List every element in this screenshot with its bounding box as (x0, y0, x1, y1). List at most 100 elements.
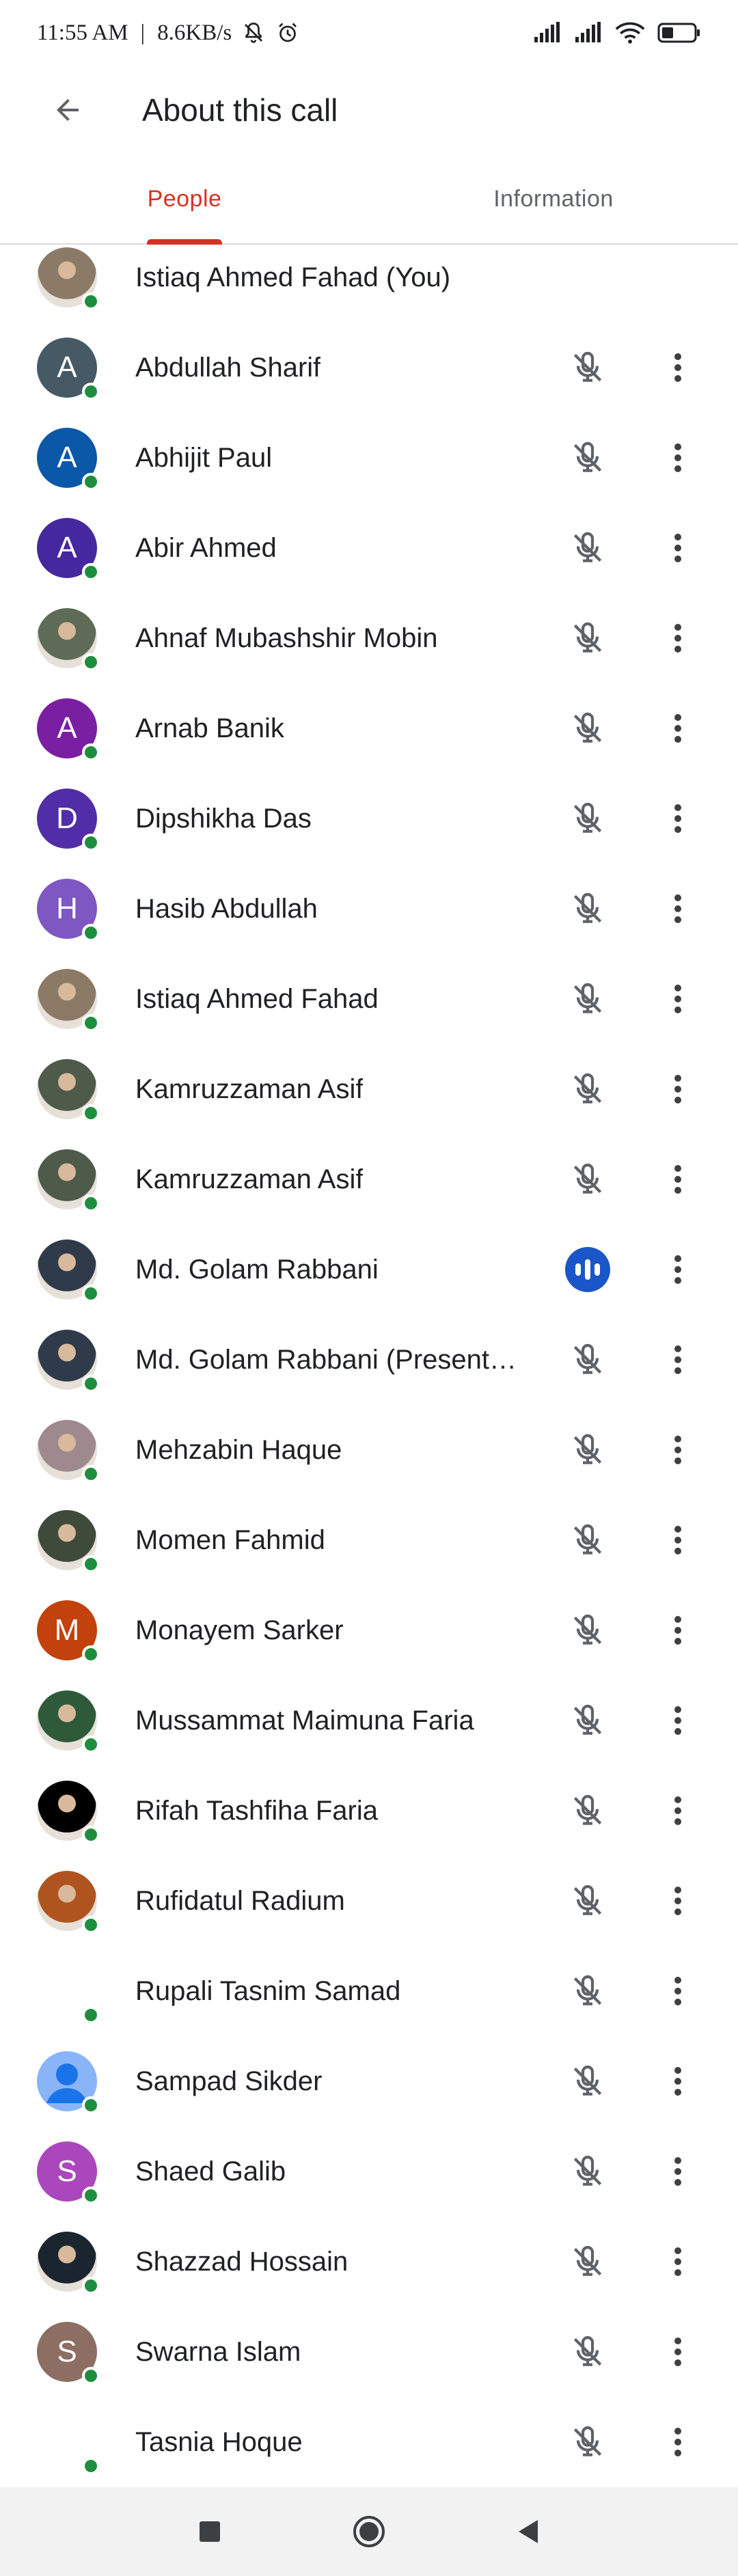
participant-row[interactable]: H Hasib Abdullah (0, 864, 738, 954)
more-options-button[interactable] (651, 340, 705, 395)
mute-participant-button[interactable] (560, 1964, 615, 2018)
more-options-button[interactable] (651, 791, 705, 846)
mute-participant-button[interactable] (560, 1513, 615, 1567)
participant-row[interactable]: Sampad Sikder (0, 2036, 738, 2126)
mic-off-icon (573, 2155, 602, 2186)
more-options-button[interactable] (651, 1693, 705, 1748)
participant-name: Monayem Sarker (135, 1615, 344, 1645)
participant-row[interactable]: A Abir Ahmed (0, 503, 738, 593)
mute-participant-button[interactable] (560, 1152, 615, 1207)
arrow-left-icon (57, 99, 79, 121)
mute-participant-button[interactable] (560, 2325, 615, 2379)
avatar-wrapper (37, 2051, 100, 2114)
more-options-button[interactable] (651, 2234, 705, 2289)
participant-row[interactable]: Mehzabin Haque (0, 1405, 738, 1495)
participant-row[interactable]: Istiaq Ahmed Fahad (You) (0, 246, 738, 323)
more-options-button[interactable] (651, 1152, 705, 1207)
participant-row[interactable]: Mussammat Maimuna Faria (0, 1675, 738, 1766)
more-vert-icon (674, 1165, 681, 1194)
participant-row[interactable]: Md. Golam Rabbani (Present… (0, 1315, 738, 1405)
participant-row[interactable]: D Dipshikha Das (0, 773, 738, 864)
participant-row[interactable]: A Abhijit Paul (0, 413, 738, 503)
more-options-button[interactable] (651, 1874, 705, 1928)
mute-participant-button[interactable] (560, 521, 615, 575)
home-button[interactable] (338, 2501, 400, 2562)
mute-participant-button[interactable] (560, 1603, 615, 1658)
more-options-button[interactable] (651, 972, 705, 1026)
participant-row[interactable]: Tasnia Hoque (0, 2397, 738, 2480)
participant-row[interactable]: Momen Fahmid (0, 1495, 738, 1585)
participant-row[interactable]: Istiaq Ahmed Fahad (0, 954, 738, 1044)
more-options-button[interactable] (651, 701, 705, 756)
more-options-button[interactable] (651, 1603, 705, 1658)
presence-indicator (82, 2187, 100, 2204)
participant-row[interactable]: A Arnab Banik (0, 683, 738, 773)
mute-participant-button[interactable] (560, 1693, 615, 1748)
more-options-button[interactable] (651, 2325, 705, 2379)
participant-row[interactable]: S Swarna Islam (0, 2307, 738, 2397)
mute-participant-button[interactable] (560, 2234, 615, 2289)
participant-name: Istiaq Ahmed Fahad (You) (135, 262, 451, 292)
mic-off-icon (573, 1794, 602, 1825)
mic-off-icon (573, 2065, 602, 2096)
presence-indicator (82, 1916, 100, 1934)
mic-off-icon (573, 2426, 602, 2456)
back-button[interactable] (30, 72, 105, 148)
avatar-wrapper (37, 969, 100, 1032)
more-options-button[interactable] (651, 881, 705, 936)
participant-name: Rupali Tasnim Samad (135, 1975, 401, 2006)
participant-row[interactable]: Md. Golam Rabbani (0, 1224, 738, 1315)
mic-off-icon (573, 1524, 602, 1554)
participant-row[interactable]: Kamruzzaman Asif (0, 1044, 738, 1134)
mute-participant-button[interactable] (560, 430, 615, 485)
more-options-button[interactable] (651, 1332, 705, 1387)
mute-participant-button[interactable] (560, 791, 615, 846)
participant-name: Md. Golam Rabbani (Present… (135, 1344, 517, 1375)
mute-participant-button[interactable] (560, 972, 615, 1026)
more-options-button[interactable] (651, 1513, 705, 1567)
participant-list[interactable]: Istiaq Ahmed Fahad (You) A Abdullah Sharif… (0, 246, 738, 2480)
participant-row[interactable]: Kamruzzaman Asif (0, 1134, 738, 1224)
mute-participant-button[interactable] (560, 2144, 615, 2199)
more-options-button[interactable] (651, 2054, 705, 2109)
more-options-button[interactable] (651, 1242, 705, 1297)
mute-participant-button[interactable] (560, 2054, 615, 2109)
participant-row[interactable]: Rupali Tasnim Samad (0, 1946, 738, 2036)
mute-participant-button[interactable] (560, 340, 615, 395)
more-options-button[interactable] (651, 1964, 705, 2018)
participant-row[interactable]: S Shaed Galib (0, 2126, 738, 2217)
more-options-button[interactable] (651, 1062, 705, 1116)
participant-row[interactable]: Rufidatul Radium (0, 1856, 738, 1946)
presence-indicator (82, 1104, 100, 1122)
avatar-wrapper (37, 1781, 100, 1844)
mute-participant-button[interactable] (560, 1062, 615, 1116)
mute-participant-button[interactable] (560, 1423, 615, 1477)
more-options-button[interactable] (651, 1783, 705, 1838)
participant-row[interactable]: Rifah Tashfiha Faria (0, 1766, 738, 1856)
recents-button[interactable] (179, 2501, 241, 2562)
more-options-button[interactable] (651, 1423, 705, 1477)
tab-people[interactable]: People (0, 154, 369, 245)
more-options-button[interactable] (651, 2144, 705, 2199)
mute-participant-button[interactable] (560, 2415, 615, 2469)
mute-participant-button[interactable] (560, 881, 615, 936)
mute-participant-button[interactable] (560, 701, 615, 756)
more-options-button[interactable] (651, 521, 705, 575)
signal-icon (534, 22, 560, 42)
more-options-button[interactable] (651, 430, 705, 485)
system-back-button[interactable] (497, 2501, 559, 2562)
tab-information[interactable]: Information (369, 154, 738, 243)
more-options-button[interactable] (651, 611, 705, 666)
participant-row[interactable]: A Abdullah Sharif (0, 323, 738, 413)
more-options-button[interactable] (651, 2415, 705, 2469)
more-vert-icon (674, 1436, 681, 1464)
mute-participant-button[interactable] (560, 1783, 615, 1838)
participant-row[interactable]: M Monayem Sarker (0, 1585, 738, 1675)
participant-row[interactable]: Ahnaf Mubashshir Mobin (0, 593, 738, 683)
more-vert-icon (674, 1345, 681, 1374)
mute-participant-button[interactable] (560, 1332, 615, 1387)
participant-row[interactable]: Shazzad Hossain (0, 2217, 738, 2307)
mute-participant-button[interactable] (560, 1874, 615, 1928)
signal-icon (575, 22, 601, 42)
mute-participant-button[interactable] (560, 611, 615, 666)
